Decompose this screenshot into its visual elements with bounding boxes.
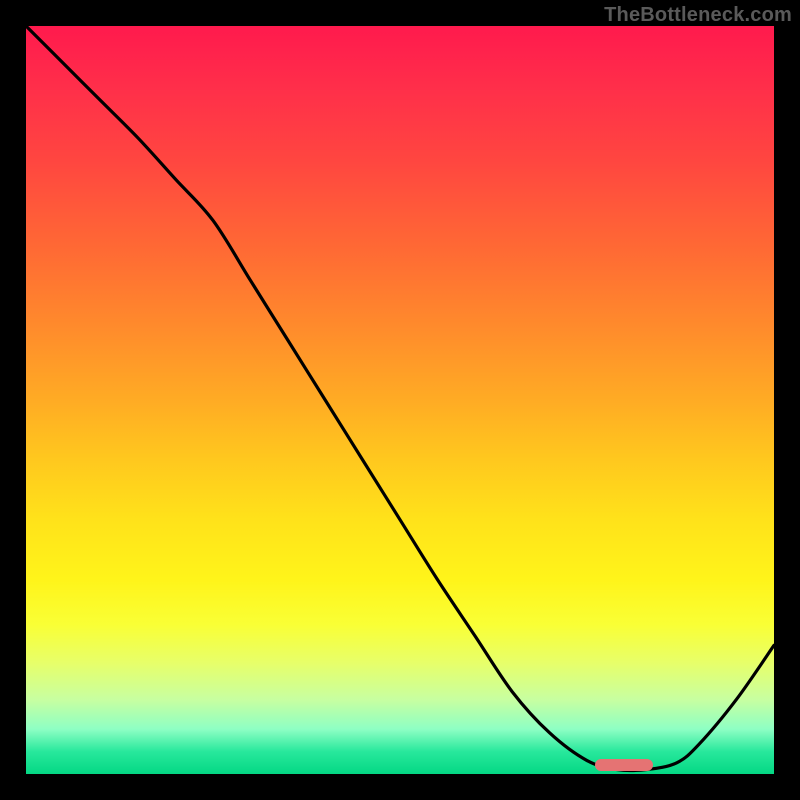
chart-frame <box>26 26 774 774</box>
chart-curve-path <box>26 26 774 770</box>
chart-plot-area <box>26 26 774 774</box>
chart-highlight-marker <box>595 759 653 771</box>
watermark-text: TheBottleneck.com <box>604 4 792 27</box>
chart-curve-svg <box>26 26 774 774</box>
